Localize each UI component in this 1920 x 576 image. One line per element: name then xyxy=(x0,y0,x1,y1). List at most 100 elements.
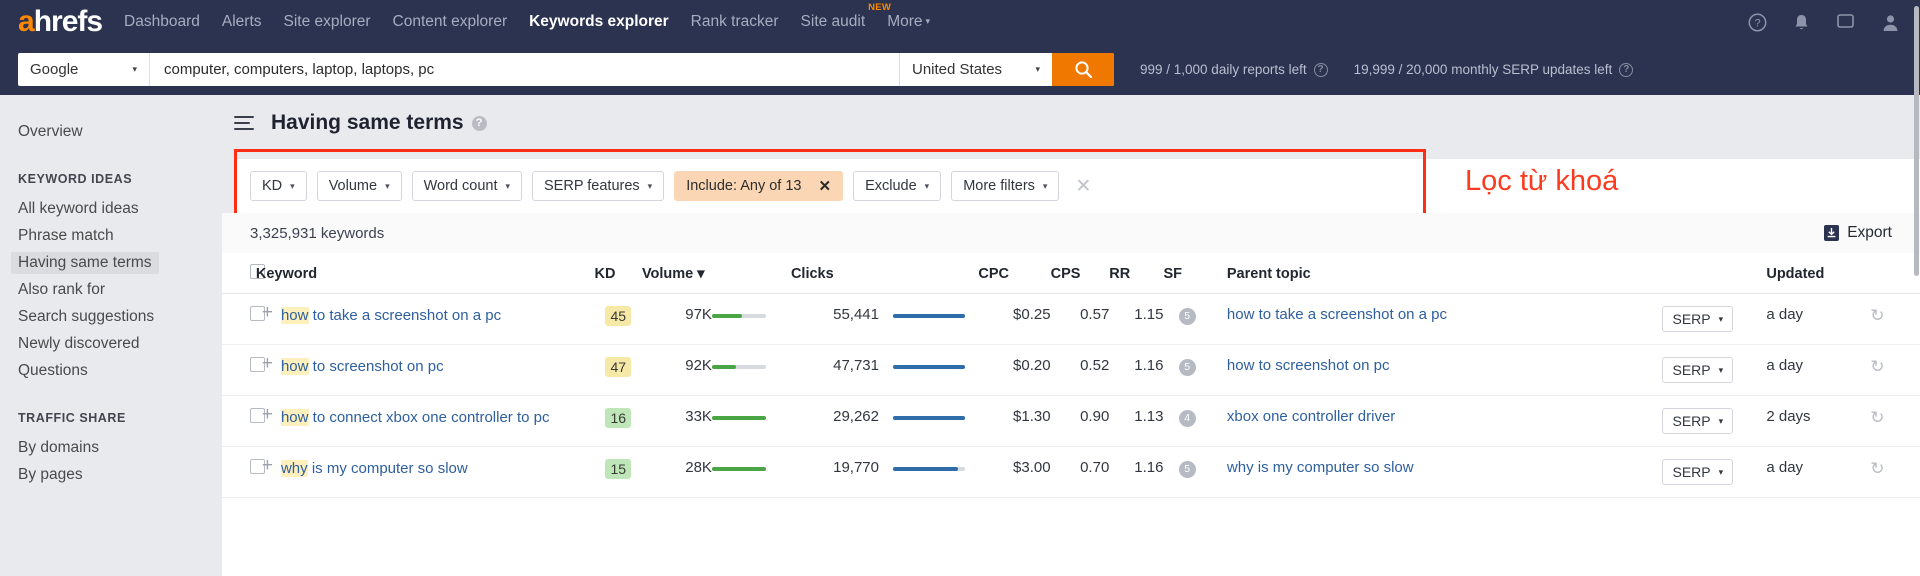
country-select[interactable]: United States ▾ xyxy=(900,53,1052,86)
help-icon[interactable]: ? xyxy=(1314,63,1328,77)
parent-topic-link[interactable]: how to take a screenshot on a pc xyxy=(1227,306,1447,323)
serp-button[interactable]: SERP▾ xyxy=(1662,408,1733,434)
export-button[interactable]: Export xyxy=(1824,224,1892,242)
parent-topic-link[interactable]: why is my computer so slow xyxy=(1227,459,1414,476)
parent-topic-link[interactable]: how to screenshot on pc xyxy=(1227,357,1390,374)
keyword-table-scroll[interactable]: Keyword KD Volume ▾ Clicks CPC CPS RR SF… xyxy=(222,253,1920,523)
serp-button[interactable]: SERP▾ xyxy=(1662,306,1733,332)
column-sf[interactable]: SF xyxy=(1163,253,1210,294)
keyword-link[interactable]: how to connect xbox one controller to pc xyxy=(281,408,550,428)
sidebar-item-overview[interactable]: Overview xyxy=(0,118,222,145)
keyword-link[interactable]: how to screenshot on pc xyxy=(281,357,444,377)
search-engine-select[interactable]: Google ▾ xyxy=(18,53,150,86)
sidebar-item-all-keyword-ideas[interactable]: All keyword ideas xyxy=(0,195,222,222)
filter-exclude[interactable]: Exclude ▾ xyxy=(853,171,941,201)
cpc-cell: $1.30 xyxy=(978,396,1050,447)
sidebar-item-having-same-terms[interactable]: Having same terms xyxy=(0,249,222,276)
filter-word-count[interactable]: Word count ▾ xyxy=(412,171,522,201)
column-kd[interactable]: KD xyxy=(595,253,642,294)
filter-kd[interactable]: KD ▾ xyxy=(250,171,307,201)
clicks-bar-cell xyxy=(879,447,978,498)
help-icon[interactable]: ? xyxy=(1748,13,1767,32)
add-keyword-icon[interactable]: + xyxy=(262,306,273,320)
keyword-link[interactable]: why is my computer so slow xyxy=(281,459,468,479)
nav-item-content-explorer[interactable]: Content explorer xyxy=(393,11,508,33)
sidebar-item-by-domains[interactable]: By domains xyxy=(0,434,222,461)
column-rr[interactable]: RR xyxy=(1109,253,1163,294)
filter-volume[interactable]: Volume ▾ xyxy=(317,171,402,201)
filter-include[interactable]: Include: Any of 13 ✕ xyxy=(674,171,843,201)
table-row[interactable]: +how to take a screenshot on a pc4597K55… xyxy=(222,294,1920,345)
table-row[interactable]: +how to screenshot on pc4792K47,731$0.20… xyxy=(222,345,1920,396)
refresh-icon[interactable]: ↻ xyxy=(1870,306,1884,325)
row-checkbox-cell[interactable] xyxy=(222,396,256,447)
row-checkbox-cell[interactable] xyxy=(222,294,256,345)
sidebar: Overview KEYWORD IDEAS All keyword ideas… xyxy=(0,95,222,576)
table-row[interactable]: +why is my computer so slow1528K19,770$3… xyxy=(222,447,1920,498)
column-parent-topic[interactable]: Parent topic xyxy=(1211,253,1663,294)
row-checkbox-cell[interactable] xyxy=(222,345,256,396)
column-serp xyxy=(1662,253,1766,294)
account-icon[interactable] xyxy=(1881,13,1900,32)
nav-item-more-label: More xyxy=(887,13,922,30)
nav-item-site-explorer[interactable]: Site explorer xyxy=(284,11,371,33)
nav-item-alerts[interactable]: Alerts xyxy=(222,11,262,33)
nav-item-rank-tracker[interactable]: Rank tracker xyxy=(691,11,779,33)
sidebar-item-phrase-match[interactable]: Phrase match xyxy=(0,222,222,249)
sidebar-item-search-suggestions[interactable]: Search suggestions xyxy=(0,303,222,330)
add-keyword-icon[interactable]: + xyxy=(262,459,273,473)
serp-button[interactable]: SERP▾ xyxy=(1662,357,1733,383)
nav-item-keywords-explorer[interactable]: Keywords explorer xyxy=(529,11,669,33)
help-icon[interactable]: ? xyxy=(1619,63,1633,77)
sidebar-item-label: Also rank for xyxy=(18,281,105,299)
table-row[interactable]: + how to connect xbox one controller to p… xyxy=(222,396,1920,447)
nav-item-more[interactable]: More▾ xyxy=(887,11,930,33)
vertical-scrollbar[interactable] xyxy=(1913,0,1920,576)
close-icon[interactable]: ✕ xyxy=(809,177,842,195)
kd-cell: 15 xyxy=(595,447,642,498)
column-keyword[interactable]: Keyword xyxy=(256,253,595,294)
column-select-all[interactable] xyxy=(222,253,256,294)
table-header-row: Keyword KD Volume ▾ Clicks CPC CPS RR SF… xyxy=(222,253,1920,294)
nav-item-site-audit[interactable]: Site audit NEW xyxy=(801,11,866,33)
info-icon[interactable]: ? xyxy=(472,116,487,131)
rr-cell: 1.16 xyxy=(1109,447,1163,498)
keyword-link[interactable]: how to take a screenshot on a pc xyxy=(281,306,501,326)
parent-topic-link[interactable]: xbox one controller driver xyxy=(1227,408,1395,425)
bell-icon[interactable] xyxy=(1793,13,1810,32)
cps-cell: 0.52 xyxy=(1051,345,1110,396)
column-cps[interactable]: CPS xyxy=(1051,253,1110,294)
scrollbar-thumb[interactable] xyxy=(1914,6,1919,276)
serp-cell: SERP▾ xyxy=(1662,294,1766,345)
nav-item-dashboard[interactable]: Dashboard xyxy=(124,11,200,33)
row-checkbox-cell[interactable] xyxy=(222,447,256,498)
sf-badge: 5 xyxy=(1179,308,1196,325)
menu-toggle-icon[interactable] xyxy=(234,112,254,134)
chat-icon[interactable] xyxy=(1836,13,1855,31)
filter-more-filters[interactable]: More filters ▾ xyxy=(951,171,1059,201)
keyword-cell: + why is my computer so slow xyxy=(256,447,595,498)
daily-reports-quota: 999 / 1,000 daily reports left ? xyxy=(1140,62,1328,77)
search-engine-value: Google xyxy=(30,61,78,78)
filter-serp-features[interactable]: SERP features ▾ xyxy=(532,171,664,201)
column-updated[interactable]: Updated xyxy=(1766,253,1870,294)
serp-button[interactable]: SERP▾ xyxy=(1662,459,1733,485)
page-title: Having same terms? xyxy=(271,111,487,135)
ahrefs-logo[interactable]: ahrefs xyxy=(18,7,102,37)
sidebar-item-also-rank-for[interactable]: Also rank for xyxy=(0,276,222,303)
sidebar-item-questions[interactable]: Questions xyxy=(0,357,222,384)
refresh-icon[interactable]: ↻ xyxy=(1870,459,1884,478)
refresh-icon[interactable]: ↻ xyxy=(1870,357,1884,376)
refresh-icon[interactable]: ↻ xyxy=(1870,408,1884,427)
column-clicks[interactable]: Clicks xyxy=(791,253,879,294)
sidebar-item-newly-discovered[interactable]: Newly discovered xyxy=(0,330,222,357)
clear-filters-icon[interactable]: ✕ xyxy=(1075,175,1091,198)
search-button[interactable] xyxy=(1052,53,1114,86)
add-keyword-icon[interactable]: + xyxy=(262,408,273,422)
add-keyword-icon[interactable]: + xyxy=(262,357,273,371)
search-input[interactable]: computer, computers, laptop, laptops, pc xyxy=(150,53,900,86)
chevron-down-icon: ▾ xyxy=(132,64,137,75)
sidebar-item-by-pages[interactable]: By pages xyxy=(0,461,222,488)
column-cpc[interactable]: CPC xyxy=(978,253,1050,294)
column-volume[interactable]: Volume ▾ xyxy=(642,253,712,294)
